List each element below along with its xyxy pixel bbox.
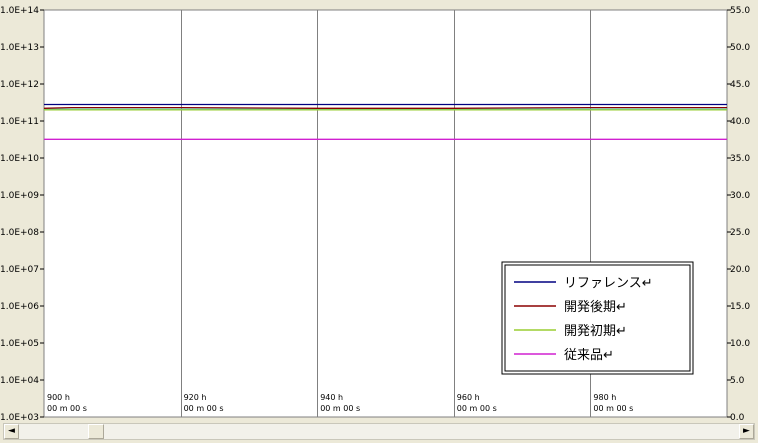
left-tick-label: 1.0E+10 bbox=[0, 154, 39, 164]
left-tick-label: 1.0E+11 bbox=[0, 117, 39, 127]
left-tick-label: 1.0E+09 bbox=[0, 191, 39, 201]
legend: リファレンス↵ 開発後期↵ 開発初期↵ 従来品↵ bbox=[501, 261, 694, 375]
right-tick-label: 20.0 bbox=[730, 265, 750, 275]
x-tick-sublabel: 00 m 00 s bbox=[320, 404, 360, 413]
left-tick-label: 1.0E+04 bbox=[0, 376, 39, 386]
right-tick-label: 40.0 bbox=[730, 117, 750, 127]
legend-label: 従来品↵ bbox=[564, 348, 614, 363]
right-tick-label: 45.0 bbox=[730, 80, 750, 90]
right-tick-label: 25.0 bbox=[730, 228, 750, 238]
chart: 1.0E+03 1.0E+04 1.0E+05 1.0E+06 1.0E+07 1.0E+… bbox=[0, 6, 750, 423]
left-tick-label: 1.0E+08 bbox=[0, 228, 39, 238]
left-arrow-icon: ◄ bbox=[8, 426, 15, 436]
x-tick-sublabel: 00 m 00 s bbox=[593, 404, 633, 413]
left-tick-label: 1.0E+03 bbox=[0, 413, 39, 423]
left-tick-label: 1.0E+14 bbox=[0, 6, 39, 16]
right-tick-label: 5.0 bbox=[730, 376, 745, 386]
legend-label: 開発初期↵ bbox=[564, 324, 627, 339]
right-axis: 0.0 5.0 10.0 15.0 20.0 25.0 30.0 35.0 40.0 45.0 50… bbox=[727, 6, 750, 423]
x-tick-label: 920 h bbox=[184, 393, 207, 402]
right-arrow-icon: ► bbox=[743, 426, 750, 436]
scroll-thumb[interactable] bbox=[88, 424, 104, 439]
legend-label: 開発後期↵ bbox=[564, 300, 627, 315]
x-tick-label: 900 h bbox=[47, 393, 70, 402]
x-tick-sublabel: 00 m 00 s bbox=[184, 404, 224, 413]
x-tick-label: 960 h bbox=[457, 393, 480, 402]
left-tick-label: 1.0E+12 bbox=[0, 80, 39, 90]
right-tick-label: 10.0 bbox=[730, 339, 750, 349]
series-line-1 bbox=[43, 106, 727, 109]
x-tick-label: 940 h bbox=[320, 393, 343, 402]
left-tick-label: 1.0E+13 bbox=[0, 43, 39, 53]
right-tick-label: 35.0 bbox=[730, 154, 750, 164]
right-tick-label: 0.0 bbox=[730, 413, 745, 423]
left-axis: 1.0E+03 1.0E+04 1.0E+05 1.0E+06 1.0E+07 1.0E+… bbox=[0, 6, 44, 423]
right-tick-label: 30.0 bbox=[730, 191, 750, 201]
scroll-right-button[interactable]: ► bbox=[739, 424, 754, 439]
left-tick-label: 1.0E+07 bbox=[0, 265, 39, 275]
scroll-left-button[interactable]: ◄ bbox=[4, 424, 19, 439]
right-tick-label: 55.0 bbox=[730, 6, 750, 16]
left-tick-label: 1.0E+05 bbox=[0, 339, 39, 349]
x-tick-sublabel: 00 m 00 s bbox=[47, 404, 87, 413]
legend-label: リファレンス↵ bbox=[564, 276, 653, 291]
right-tick-label: 50.0 bbox=[730, 43, 750, 53]
x-tick-label: 980 h bbox=[593, 393, 616, 402]
x-tick-sublabel: 00 m 00 s bbox=[457, 404, 497, 413]
left-tick-label: 1.0E+06 bbox=[0, 302, 39, 312]
right-tick-label: 15.0 bbox=[730, 302, 750, 312]
horizontal-scrollbar[interactable]: ◄ ► bbox=[3, 423, 755, 440]
